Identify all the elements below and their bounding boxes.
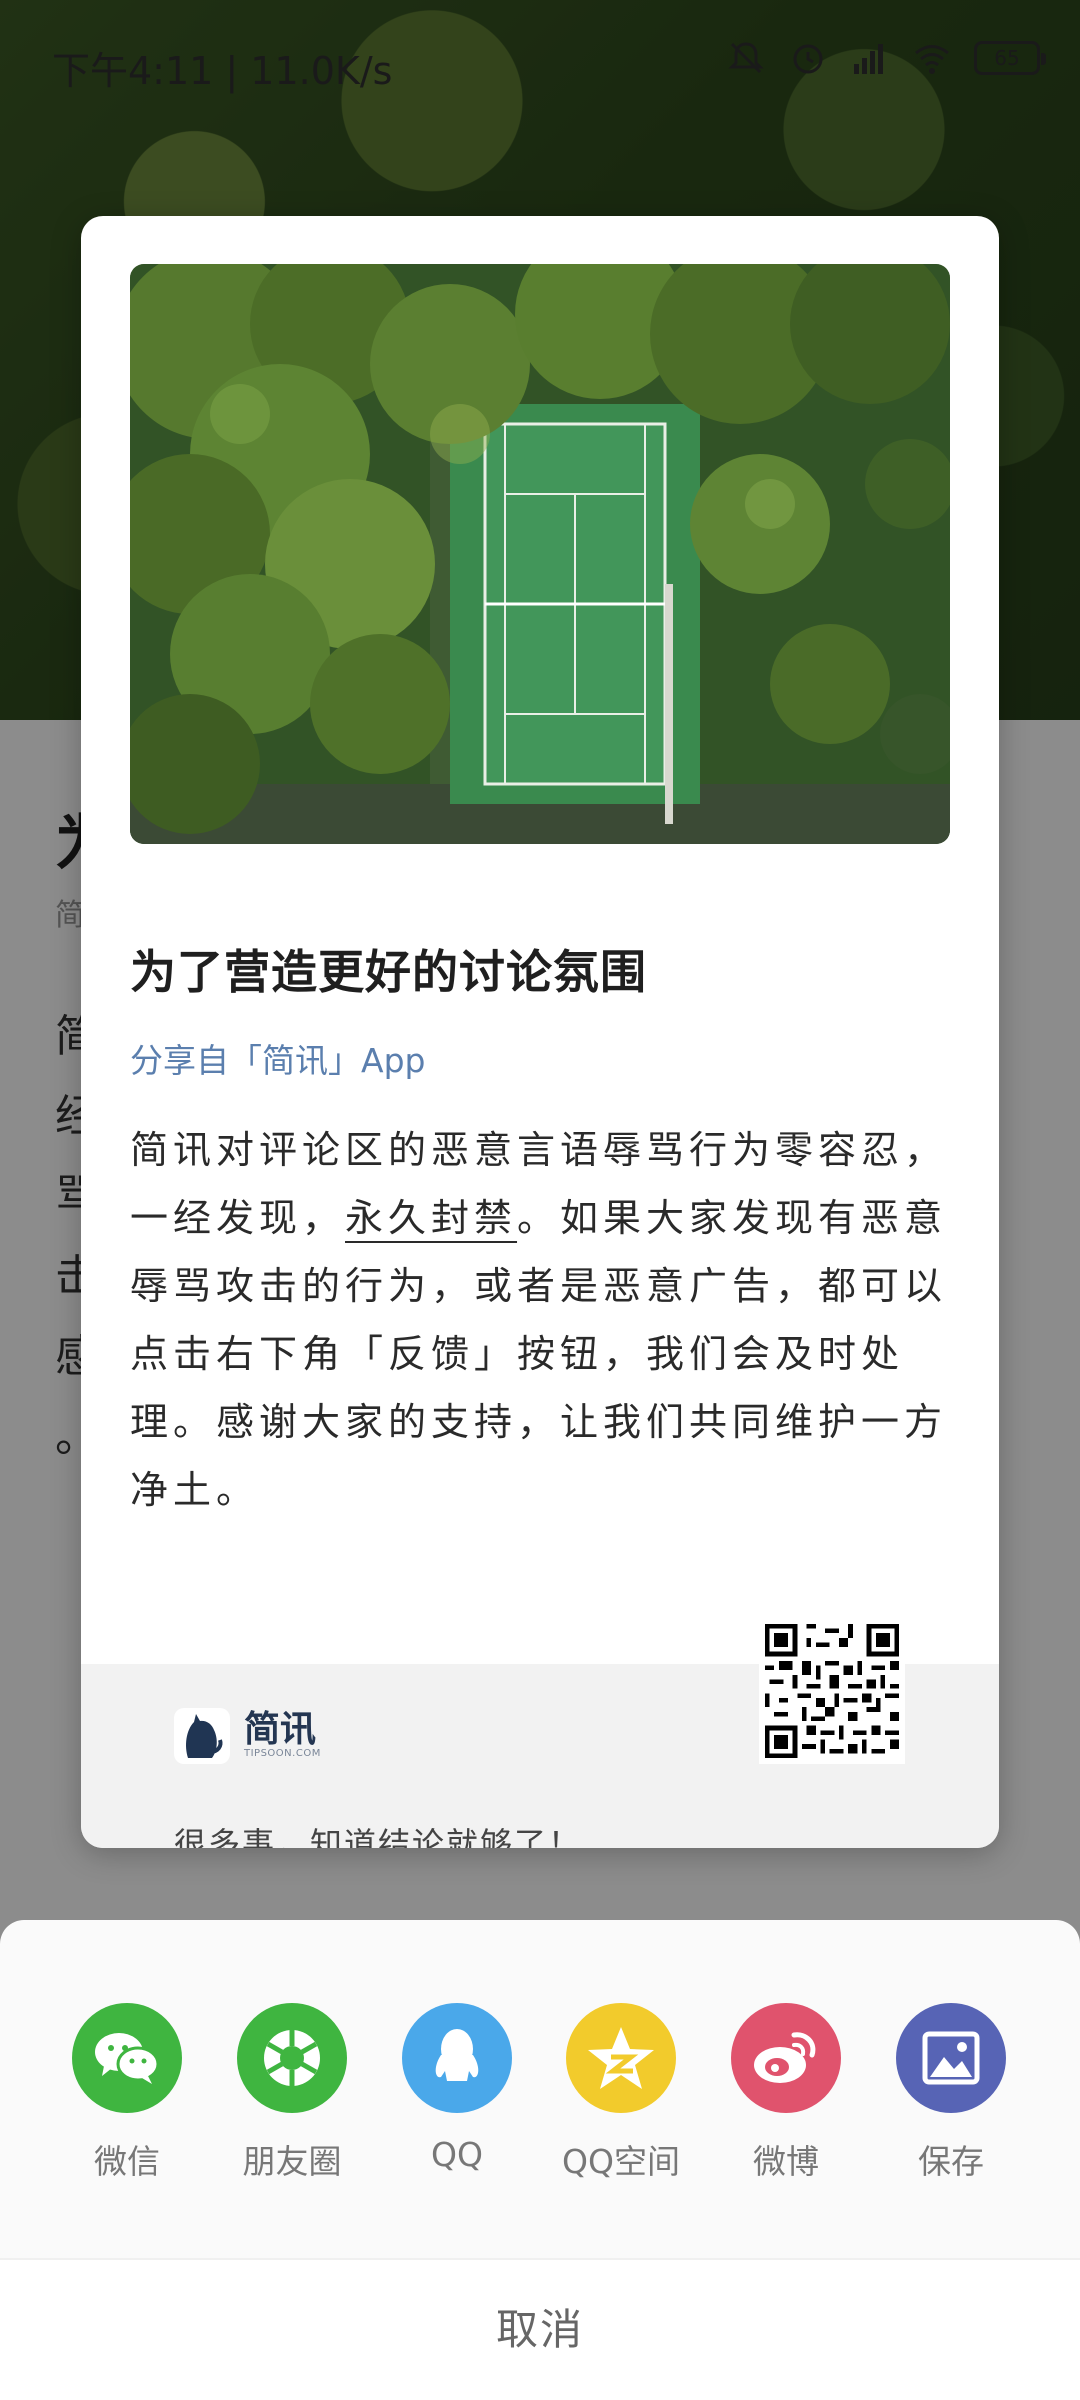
brand-domain: TIPSOON.COM (244, 1748, 321, 1759)
share-label: 微信 (94, 2142, 160, 2181)
brand-name: 简讯 (244, 1709, 317, 1750)
moments-icon (237, 2003, 347, 2113)
share-moments-button[interactable]: 朋友圈 (212, 2003, 372, 2183)
share-weibo-button[interactable]: 微博 (706, 2003, 866, 2183)
card-body-text: 。如果大家发现有恶意辱骂攻击的行为，或者是恶意广告，都可以点击右下角「反馈」按钮… (130, 1196, 948, 1512)
save-image-button[interactable]: 保存 (871, 2003, 1031, 2183)
brand-text: 简讯 TIPSOON.COM (244, 1712, 321, 1760)
brand-cat-icon (174, 1708, 230, 1764)
status-bar: 下午4:11 | 11.0K/s 65 (0, 0, 1080, 126)
card-slogan: 很多事，知道结论就够了！ (174, 1825, 583, 1848)
alarm-icon (793, 44, 823, 74)
signal-icon (854, 44, 883, 74)
share-qq-button[interactable]: QQ (377, 2003, 537, 2174)
share-label: 朋友圈 (242, 2142, 342, 2181)
share-sheet: 微信 朋友圈 QQ QQ空间 微博 保存 取消 (0, 1920, 1080, 2400)
status-icons: 65 (726, 38, 1046, 78)
battery-icon: 65 (974, 41, 1046, 75)
weibo-icon (731, 2003, 841, 2113)
tennis-court-aerial-image (130, 264, 950, 844)
share-label: QQ空间 (562, 2142, 680, 2181)
wifi-icon (915, 45, 949, 74)
share-card: 为了营造更好的讨论氛围 分享自「简讯」App 简讯对评论区的恶意言语辱骂行为零容… (81, 216, 999, 1848)
share-label: 保存 (918, 2142, 984, 2181)
qr-code (759, 1618, 905, 1764)
qq-icon (402, 2003, 512, 2113)
save-image-icon (896, 2003, 1006, 2113)
cancel-button[interactable]: 取消 (0, 2260, 1080, 2400)
qzone-icon (566, 2003, 676, 2113)
share-targets: 微信 朋友圈 QQ QQ空间 微博 保存 (0, 2003, 1080, 2183)
share-label: QQ (431, 2135, 483, 2174)
card-body: 简讯对评论区的恶意言语辱骂行为零容忍，一经发现，永久封禁。如果大家发现有恶意辱骂… (130, 1116, 954, 1524)
brand-logo: 简讯 TIPSOON.COM (174, 1708, 321, 1764)
card-title: 为了营造更好的讨论氛围 (130, 945, 647, 999)
mute-bell-icon (728, 42, 764, 74)
wechat-icon (72, 2003, 182, 2113)
share-wechat-button[interactable]: 微信 (47, 2003, 207, 2183)
card-hero-image (130, 264, 950, 844)
share-qzone-button[interactable]: QQ空间 (541, 2003, 701, 2183)
card-body-emphasis: 永久封禁 (345, 1196, 518, 1240)
status-time: 下午4:11 | 11.0K/s (52, 49, 393, 93)
card-source: 分享自「简讯」App (130, 1041, 426, 1080)
share-label: 微博 (753, 2142, 819, 2181)
